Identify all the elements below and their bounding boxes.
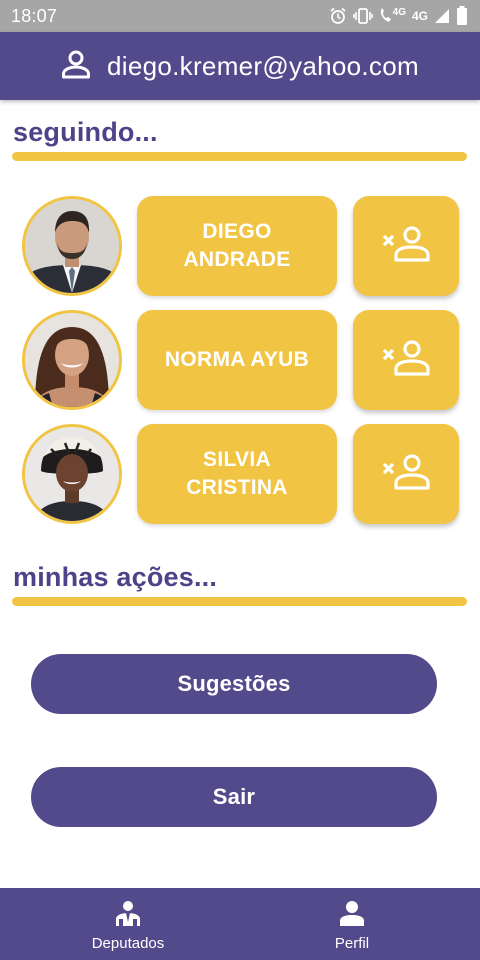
user-icon [61, 49, 91, 84]
status-bar: 18:07 4G 4G [0, 0, 480, 32]
deputy-name-button[interactable]: SILVIA CRISTINA [137, 424, 337, 524]
app-header: diego.kremer@yahoo.com [0, 32, 480, 100]
app-screen: 18:07 4G 4G diego.kremer@yahoo.com segui… [0, 0, 480, 960]
deputy-avatar[interactable] [22, 424, 122, 524]
signal-icon [434, 8, 450, 24]
deputy-name: SILVIA CRISTINA [186, 448, 288, 499]
deputies-icon [115, 900, 141, 931]
network-type: 4G [411, 9, 428, 23]
status-time: 18:07 [11, 6, 58, 26]
unfollow-button[interactable] [353, 196, 459, 296]
wifi-calling-icon: 4G [379, 8, 406, 24]
vibrate-icon [352, 7, 373, 25]
unfollow-button[interactable] [353, 310, 459, 410]
logout-button[interactable]: Sair [31, 767, 437, 827]
alarm-icon [329, 7, 347, 25]
actions-section-divider [12, 597, 467, 606]
deputy-name: NORMA AYUB [164, 348, 310, 371]
unfollow-button[interactable] [353, 424, 459, 524]
remove-user-icon [382, 453, 430, 496]
nav-item-perfil[interactable]: Perfil [232, 888, 472, 960]
following-section-title: seguindo... [13, 117, 158, 147]
suggestions-button[interactable]: Sugestões [31, 654, 437, 714]
actions-section-title: minhas ações... [13, 562, 218, 592]
user-email: diego.kremer@yahoo.com [107, 50, 419, 81]
nav-item-deputados[interactable]: Deputados [8, 888, 248, 960]
status-icons: 4G 4G [329, 6, 468, 26]
deputy-name: DIEGO ANDRADE [183, 220, 291, 271]
nav-label-deputados: Deputados [91, 935, 165, 952]
profile-icon [339, 900, 365, 931]
deputy-row: NORMA AYUB [0, 310, 480, 410]
following-section-divider [12, 152, 467, 161]
deputy-name-button[interactable]: NORMA AYUB [137, 310, 337, 410]
deputy-name-button[interactable]: DIEGO ANDRADE [137, 196, 337, 296]
network-type-small: 4G [392, 7, 406, 18]
remove-user-icon [382, 225, 430, 268]
battery-icon [456, 6, 468, 26]
bottom-nav: Deputados Perfil [0, 888, 480, 960]
deputy-avatar[interactable] [22, 196, 122, 296]
remove-user-icon [382, 339, 430, 382]
deputy-row: SILVIA CRISTINA [0, 424, 480, 524]
deputy-row: DIEGO ANDRADE [0, 196, 480, 296]
nav-label-perfil: Perfil [334, 935, 370, 952]
deputy-avatar[interactable] [22, 310, 122, 410]
